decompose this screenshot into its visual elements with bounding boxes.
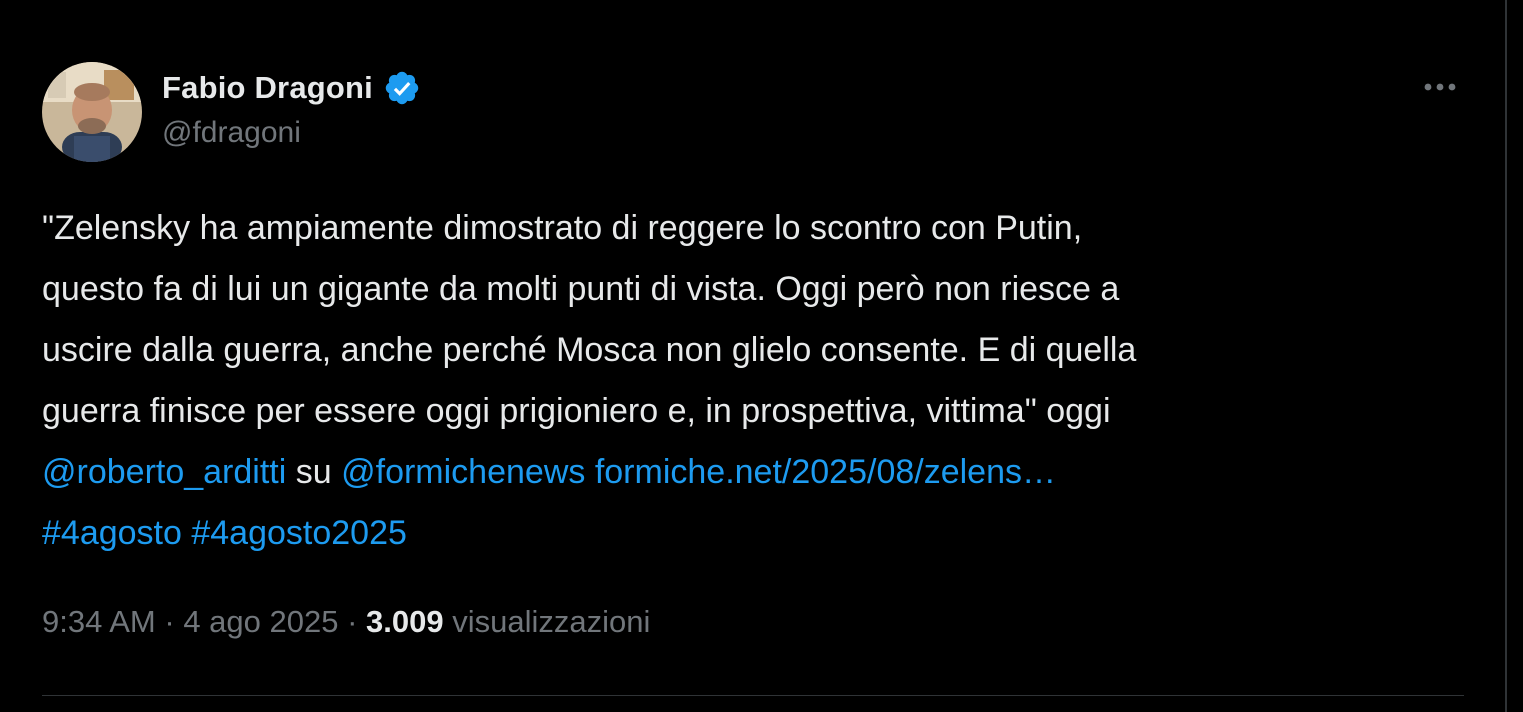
tweet-date[interactable]: 4 ago 2025	[183, 604, 338, 639]
author-handle[interactable]: @fdragoni	[162, 116, 301, 150]
tweet-text-line: "Zelensky ha ampiamente dimostrato di re…	[42, 209, 1083, 247]
tweet-text: "Zelensky ha ampiamente dimostrato di re…	[42, 198, 1462, 564]
tweet-time[interactable]: 9:34 AM	[42, 604, 156, 639]
more-options-icon[interactable]	[1414, 70, 1466, 104]
hashtag-link[interactable]: #4agosto	[42, 514, 182, 552]
views-count: 3.009	[366, 604, 444, 639]
meta-separator: ·	[338, 604, 367, 639]
tweet-text-line: guerra finisce per essere oggi prigionie…	[42, 392, 1111, 430]
tweet-text-line: questo fa di lui un gigante da molti pun…	[42, 270, 1120, 308]
avatar[interactable]	[42, 62, 142, 162]
mention-link[interactable]: @formichenews	[341, 453, 585, 491]
meta-separator: ·	[155, 604, 184, 639]
mention-link[interactable]: @roberto_arditti	[42, 453, 286, 491]
tweet[interactable]: Fabio Dragoni @fdragoni "Zelensky ha amp…	[0, 0, 1505, 712]
tweet-text-connector: su	[286, 453, 342, 491]
timeline-border	[1505, 0, 1507, 712]
url-link[interactable]: formiche.net/2025/08/zelens…	[595, 453, 1056, 491]
author-name-row[interactable]: Fabio Dragoni	[162, 66, 421, 110]
views-label: visualizzazioni	[452, 604, 651, 639]
tweet-meta: 9:34 AM · 4 ago 2025 · 3.009 visualizzaz…	[42, 604, 650, 640]
display-name[interactable]: Fabio Dragoni	[162, 70, 373, 106]
tweet-text-line: @roberto_arditti su @formichenews formic…	[42, 442, 1462, 503]
divider	[42, 695, 1464, 696]
tweet-text-line: #4agosto #4agosto2025	[42, 503, 1462, 564]
tweet-text-line: uscire dalla guerra, anche perché Mosca …	[42, 331, 1137, 369]
hashtag-link[interactable]: #4agosto2025	[191, 514, 407, 552]
avatar-photo	[42, 62, 142, 162]
verified-badge-icon[interactable]	[383, 69, 421, 107]
